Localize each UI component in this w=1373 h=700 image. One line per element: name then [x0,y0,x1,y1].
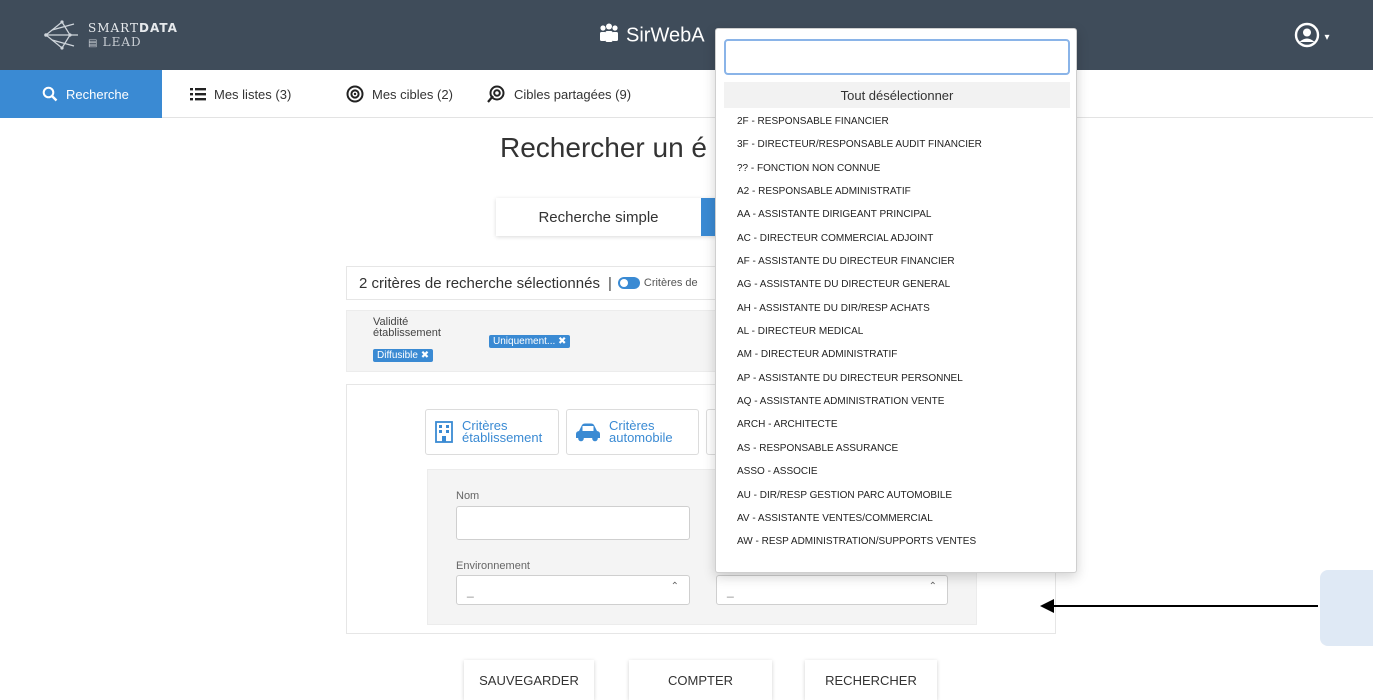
page-title: Rechercher un é [500,132,708,163]
dropdown-option[interactable]: 3F - DIRECTEUR/RESPONSABLE AUDIT FINANCI… [716,138,1076,161]
dropdown-option[interactable]: AW - RESP ADMINISTRATION/SUPPORTS VENTES [716,535,1076,558]
dropdown-option[interactable]: 2F - RESPONSABLE FINANCIER [716,115,1076,138]
chevron-down-icon: ▾ [1324,32,1330,43]
annotation-arrow [1040,599,1318,613]
filter-label: Validité établissement [373,316,441,339]
list-icon [190,88,206,101]
app-title: SirWebA [598,22,705,50]
search-icon [42,86,58,102]
deselect-all-button[interactable]: Tout désélectionner [724,82,1070,108]
brand-line2: ▤ LEAD [88,35,142,49]
dropdown-option[interactable]: AQ - ASSISTANTE ADMINISTRATION VENTE [716,395,1076,418]
ctab-label: Critères établissement [462,418,543,445]
count-button[interactable]: COMPTER [629,660,772,700]
criteria-count: 2 critères de recherche sélectionnés [359,274,600,292]
second-select[interactable]: _ ⌃ [716,575,948,605]
dropdown-option[interactable]: AL - DIRECTEUR MEDICAL [716,325,1076,348]
car-icon [576,423,600,442]
side-help-card[interactable] [1320,570,1373,646]
dropdown-option[interactable]: AU - DIR/RESP GESTION PARC AUTOMOBILE [716,489,1076,512]
dropdown-option[interactable]: AG - ASSISTANTE DU DIRECTEUR GENERAL [716,278,1076,301]
chevron-up-icon: ⌃ [928,581,937,592]
save-button[interactable]: SAUVEGARDER [464,660,594,700]
tab-mes-listes[interactable]: Mes listes (3) [190,70,291,118]
shared-target-icon [487,85,505,103]
main-tabs: Recherche Mes listes (3) Mes cibles (2) … [0,70,1373,118]
dropdown-option[interactable]: ?? - FONCTION NON CONNUE [716,162,1076,185]
criteria-toggle-label: Critères de [643,277,698,289]
dropdown-option[interactable]: AF - ASSISTANTE DU DIRECTEUR FINANCIER [716,255,1076,278]
grid-icon: ▤ [88,38,103,49]
nom-input[interactable] [456,506,690,540]
tab-label: Cibles partagées (9) [514,86,632,102]
dropdown-option[interactable]: AA - ASSISTANTE DIRIGEANT PRINCIPAL [716,208,1076,231]
dropdown-search-input[interactable] [724,39,1070,75]
tab-label: Recherche [66,86,129,102]
dropdown-option[interactable]: ASSO - ASSOCIE [716,465,1076,488]
function-dropdown: Tout désélectionner 2F - RESPONSABLE FIN… [715,28,1077,573]
filter-tag-diffusible[interactable]: Diffusible ✖ [373,349,434,362]
tab-criteres-automobile[interactable]: Critères automobile [566,409,699,455]
target-icon [346,85,364,103]
tab-label: Mes listes (3) [214,86,292,102]
logo-network-icon [44,20,78,50]
filter-tag-uniquement[interactable]: Uniquement... ✖ [489,335,571,348]
dropdown-option[interactable]: AS - RESPONSABLE ASSURANCE [716,442,1076,465]
tab-label: Mes cibles (2) [372,86,453,102]
team-icon [598,22,620,50]
tab-cibles-partagees[interactable]: Cibles partagées (9) [486,70,631,118]
dropdown-option[interactable]: AC - DIRECTEUR COMMERCIAL ADJOINT [716,232,1076,255]
dropdown-option[interactable]: ARCH - ARCHITECTE [716,418,1076,441]
ctab-label: Critères automobile [609,418,673,445]
dropdown-option[interactable]: AV - ASSISTANTE VENTES/COMMERCIAL [716,512,1076,535]
dropdown-option[interactable]: AM - DIRECTEUR ADMINISTRATIF [716,348,1076,371]
building-icon [435,421,453,443]
dropdown-options: 2F - RESPONSABLE FINANCIER 3F - DIRECTEUR… [716,115,1076,559]
user-menu[interactable]: ▾ [1294,22,1329,53]
simple-search-button[interactable]: Recherche simple [496,198,701,236]
tab-mes-cibles[interactable]: Mes cibles (2) [346,70,453,118]
environnement-select[interactable]: _ ⌃ [456,575,690,605]
top-header: SMARTDATA ▤ LEAD SirWebA ▾ [0,0,1373,70]
brand-line1: SMARTDATA [88,21,178,35]
nom-label: Nom [456,490,480,502]
environnement-label: Environnement [456,560,530,572]
dropdown-option[interactable]: A2 - RESPONSABLE ADMINISTRATIF [716,185,1076,208]
search-button[interactable]: RECHERCHER [805,660,937,700]
divider: | [607,274,612,292]
tab-recherche[interactable]: Recherche [0,70,162,118]
chevron-up-icon: ⌃ [670,581,679,592]
user-avatar-icon [1294,22,1320,48]
brand-logo[interactable]: SMARTDATA ▤ LEAD [44,18,184,54]
criteria-toggle-switch[interactable] [617,277,640,289]
tab-criteres-etablissement[interactable]: Critères établissement [425,409,559,455]
dropdown-option[interactable]: AH - ASSISTANTE DU DIR/RESP ACHATS [716,302,1076,325]
dropdown-option[interactable]: AP - ASSISTANTE DU DIRECTEUR PERSONNEL [716,372,1076,395]
